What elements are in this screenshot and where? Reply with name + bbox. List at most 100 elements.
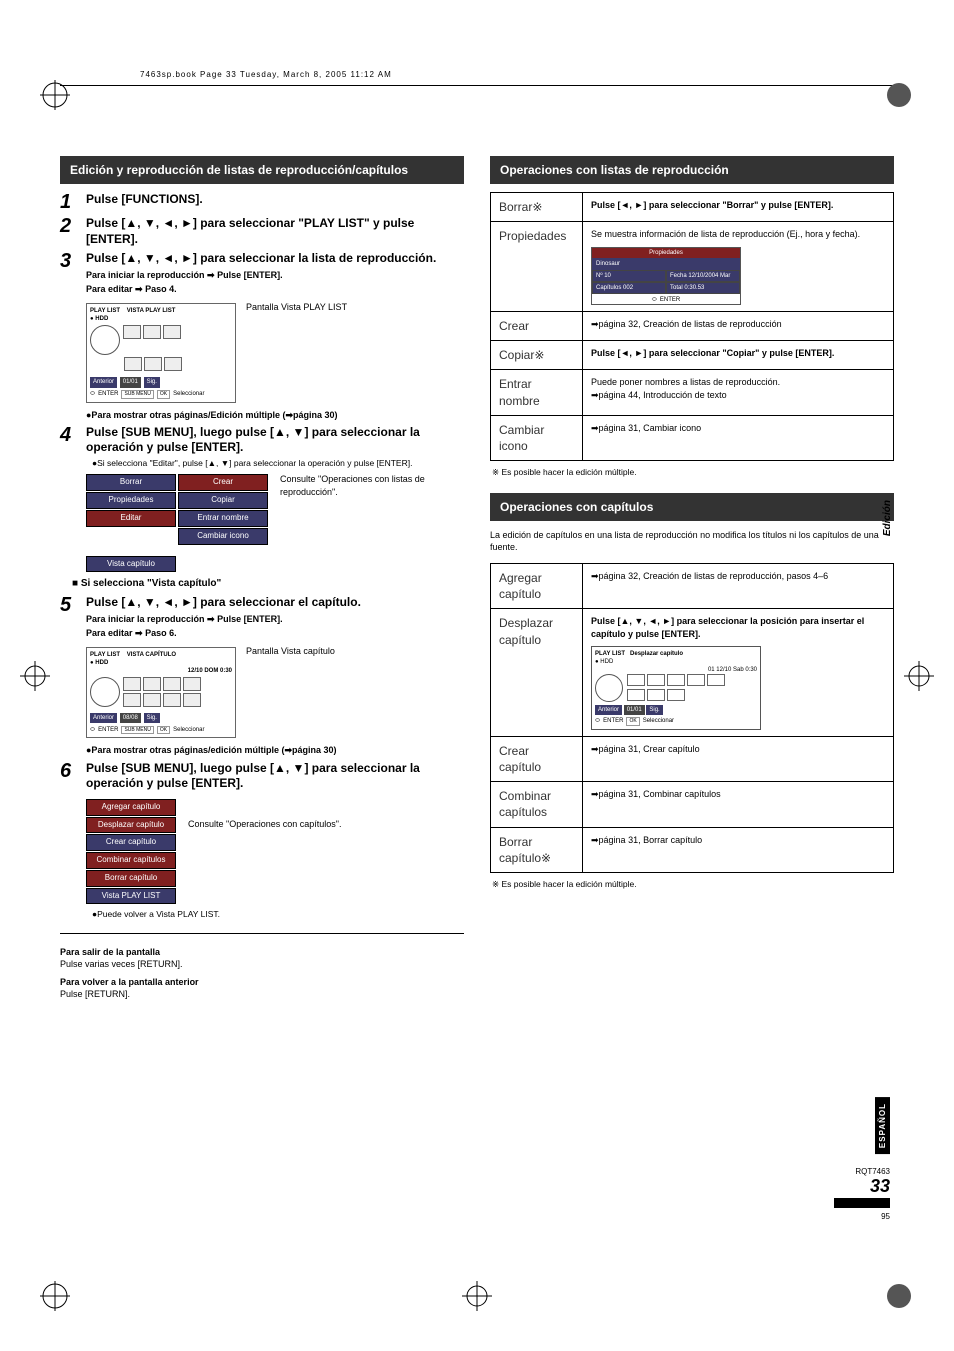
- page-number-bar: [834, 1198, 890, 1208]
- multi-edit-note-2: ※ Es posible hacer la edición múltiple.: [492, 879, 894, 890]
- row-crear-key: Crear: [491, 311, 583, 340]
- registration-mark: [40, 1281, 70, 1311]
- table-row: Borrar※ Pulse [◄, ►] para seleccionar "B…: [491, 193, 894, 222]
- page-number: 33: [834, 1176, 890, 1197]
- chapter-edit-note: La edición de capítulos en una lista de …: [490, 529, 894, 553]
- step-1-text: Pulse [FUNCTIONS].: [86, 192, 464, 208]
- menu-borrar: Borrar: [86, 474, 176, 491]
- step-number: 6: [60, 761, 78, 923]
- row-crearcap-val: ➡página 31, Crear capítulo: [583, 736, 894, 781]
- table-row: Borrar capítulo※ ➡página 31, Borrar capí…: [491, 827, 894, 872]
- step-5-sub2: Para editar ➡ Paso 6.: [86, 627, 464, 639]
- step-2: 2 Pulse [▲, ▼, ◄, ►] para seleccionar "P…: [60, 216, 464, 247]
- registration-mark: [884, 80, 914, 110]
- doc-code: RQT7463: [834, 1167, 890, 1176]
- step-number: 1: [60, 192, 78, 212]
- left-section-title: Edición y reproducción de listas de repr…: [60, 156, 464, 184]
- chapter-diagram-label: Pantalla Vista capítulo: [242, 643, 335, 743]
- playlist-view-diagram: PLAY LIST VISTA PLAY LIST ● HDD Anterior…: [86, 303, 236, 402]
- section-tab-edicion: Edición: [882, 500, 893, 536]
- ops-playlist-title: Operaciones con listas de reproducción: [490, 156, 894, 184]
- properties-diagram: Propiedades Dinosaur Nº 10 Fecha 12/10/2…: [591, 247, 741, 305]
- row-crearcap-key: Crear capítulo: [491, 736, 583, 781]
- step-5-sub1: Para iniciar la reproducción ➡ Pulse [EN…: [86, 613, 464, 625]
- table-row: Combinar capítulos ➡página 31, Combinar …: [491, 782, 894, 827]
- exit-instructions: Para salir de la pantalla Pulse varias v…: [60, 946, 464, 1001]
- chapter-view-diagram: PLAY LIST VISTA CAPÍTULO ● HDD 12/10 DOM…: [86, 647, 236, 739]
- enter-icon: ⬭: [652, 296, 657, 304]
- step-4-text: Pulse [SUB MENU], luego pulse [▲, ▼] par…: [86, 425, 464, 456]
- menu-desplazar-cap: Desplazar capítulo: [86, 817, 176, 834]
- menu-vista-playlist: Vista PLAY LIST: [86, 888, 176, 905]
- left-column: Edición y reproducción de listas de repr…: [60, 156, 464, 1001]
- menu-editar: Editar: [86, 510, 176, 527]
- step-1: 1 Pulse [FUNCTIONS].: [60, 192, 464, 212]
- row-borrarcap-val: ➡página 31, Borrar capítulo: [583, 827, 894, 872]
- row-cambiar-key: Cambiar icono: [491, 415, 583, 460]
- ops-playlist-table: Borrar※ Pulse [◄, ►] para seleccionar "B…: [490, 192, 894, 461]
- row-entrar-val: Puede poner nombres a listas de reproduc…: [583, 370, 894, 415]
- step-3-sub2: Para editar ➡ Paso 4.: [86, 283, 464, 295]
- menu-combinar-cap: Combinar capítulos: [86, 852, 176, 869]
- step-number: 4: [60, 425, 78, 574]
- registration-mark: [884, 1281, 914, 1311]
- right-column: Operaciones con listas de reproducción B…: [490, 156, 894, 1001]
- ops-chapter-title: Operaciones con capítulos: [490, 493, 894, 521]
- row-copiar-val: Pulse [◄, ►] para seleccionar "Copiar" y…: [583, 341, 894, 370]
- row-entrar-key: Entrar nombre: [491, 370, 583, 415]
- menu-propiedades: Propiedades: [86, 492, 176, 509]
- step-3-bullet: ●Para mostrar otras páginas/Edición múlt…: [86, 409, 464, 421]
- multi-edit-note-1: ※ Es posible hacer la edición múltiple.: [492, 467, 894, 478]
- step-4-bullet: ●Si selecciona "Editar", pulse [▲, ▼] pa…: [98, 458, 464, 469]
- ops-chapter-table: Agregar capítulo ➡página 32, Creación de…: [490, 563, 894, 873]
- step-3-text: Pulse [▲, ▼, ◄, ►] para seleccionar la l…: [86, 251, 464, 267]
- row-desplazar-key: Desplazar capítulo: [491, 609, 583, 736]
- step-5-bullet: ●Para mostrar otras páginas/edición múlt…: [86, 744, 464, 756]
- menu-vista-capitulo: Vista capítulo: [86, 556, 176, 573]
- row-borrar-val: Pulse [◄, ►] para seleccionar "Borrar" y…: [583, 193, 894, 222]
- enter-icon: ⬭: [595, 717, 600, 725]
- step-number: 5: [60, 595, 78, 757]
- menu-cambiar-icono: Cambiar icono: [178, 528, 268, 545]
- row-prop-val: Se muestra información de lista de repro…: [583, 222, 894, 312]
- step-number: 2: [60, 216, 78, 247]
- step-number: 3: [60, 251, 78, 420]
- top-rule: [60, 85, 894, 86]
- row-crear-val: ➡página 32, Creación de listas de reprod…: [583, 311, 894, 340]
- row-borrar-key: Borrar※: [491, 193, 583, 222]
- table-row: Agregar capítulo ➡página 32, Creación de…: [491, 564, 894, 609]
- step-4-consult: Consulte "Operaciones con listas de repr…: [280, 473, 464, 497]
- menu-entrar-nombre: Entrar nombre: [178, 510, 268, 527]
- row-agregar-key: Agregar capítulo: [491, 564, 583, 609]
- row-prop-key: Propiedades: [491, 222, 583, 312]
- registration-mark: [20, 661, 50, 691]
- table-row: Cambiar icono ➡página 31, Cambiar icono: [491, 415, 894, 460]
- table-row: Desplazar capítulo Pulse [▲, ▼, ◄, ►] pa…: [491, 609, 894, 736]
- step-2-text: Pulse [▲, ▼, ◄, ►] para seleccionar "PLA…: [86, 216, 464, 247]
- table-row: Crear capítulo ➡página 31, Crear capítul…: [491, 736, 894, 781]
- vista-capitulo-subheading: ■ Si selecciona "Vista capítulo": [72, 577, 464, 591]
- menu-agregar-cap: Agregar capítulo: [86, 799, 176, 816]
- registration-mark: [40, 80, 70, 110]
- step-4: 4 Pulse [SUB MENU], luego pulse [▲, ▼] p…: [60, 425, 464, 574]
- row-desplazar-val: Pulse [▲, ▼, ◄, ►] para seleccionar la p…: [583, 609, 894, 736]
- step-6-bullet: ●Puede volver a Vista PLAY LIST.: [98, 909, 464, 920]
- enter-icon: ⬭: [90, 390, 95, 398]
- step-3: 3 Pulse [▲, ▼, ◄, ►] para seleccionar la…: [60, 251, 464, 420]
- registration-mark: [904, 661, 934, 691]
- table-row: Entrar nombre Puede poner nombres a list…: [491, 370, 894, 415]
- step-6-consult: Consulte "Operaciones con capítulos".: [188, 818, 341, 830]
- table-row: Crear ➡página 32, Creación de listas de …: [491, 311, 894, 340]
- row-copiar-key: Copiar※: [491, 341, 583, 370]
- page-footer: ESPAÑOL RQT7463 33 95: [834, 1097, 890, 1221]
- row-combinar-val: ➡página 31, Combinar capítulos: [583, 782, 894, 827]
- sub-page-number: 95: [834, 1212, 890, 1221]
- table-row: Copiar※ Pulse [◄, ►] para seleccionar "C…: [491, 341, 894, 370]
- enter-icon: ⬭: [90, 726, 95, 734]
- step-5-text: Pulse [▲, ▼, ◄, ►] para seleccionar el c…: [86, 595, 464, 611]
- menu-crear: Crear: [178, 474, 268, 491]
- menu-crear-cap: Crear capítulo: [86, 834, 176, 851]
- step-6-text: Pulse [SUB MENU], luego pulse [▲, ▼] par…: [86, 761, 464, 792]
- table-row: Propiedades Se muestra información de li…: [491, 222, 894, 312]
- registration-mark: [462, 1281, 492, 1311]
